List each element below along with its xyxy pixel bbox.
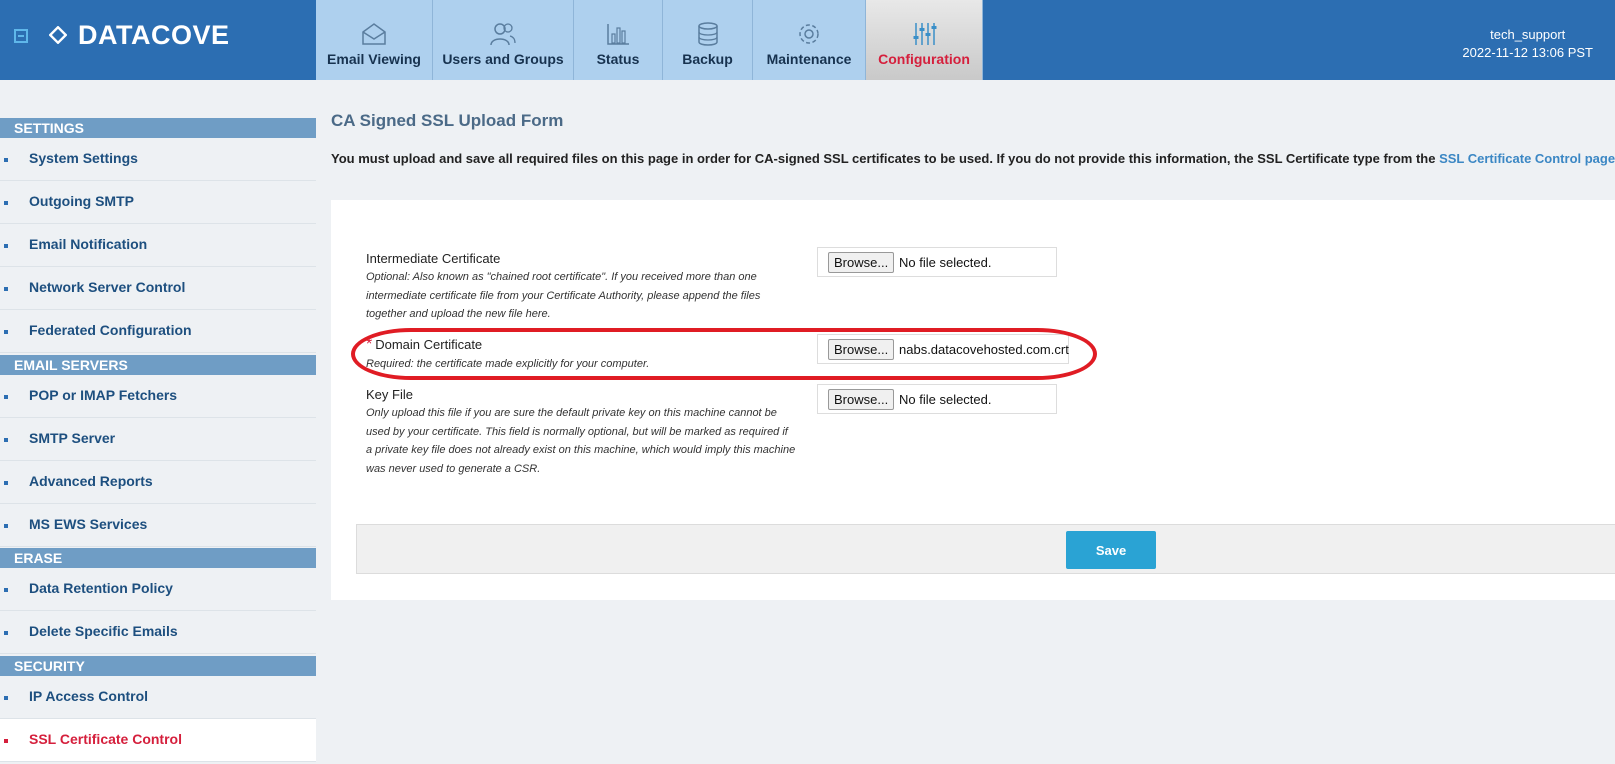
sliders-icon xyxy=(913,23,937,45)
tab-backup[interactable]: Backup xyxy=(663,0,753,80)
page-title: CA Signed SSL Upload Form xyxy=(331,111,564,130)
tab-label: Backup xyxy=(682,51,733,67)
brand: DATACOVE xyxy=(0,0,316,80)
description-text: You must upload and save all required fi… xyxy=(331,151,1440,166)
sidebar-item-delete-specific-emails[interactable]: Delete Specific Emails xyxy=(0,611,316,654)
tab-label: Configuration xyxy=(878,51,970,67)
tab-label: Status xyxy=(596,51,640,67)
sidebar-item-network-server-control[interactable]: Network Server Control xyxy=(0,267,316,310)
intermediate-certificate-help: Optional: Also known as "chained root ce… xyxy=(366,271,761,320)
sidebar-item-label: Delete Specific Emails xyxy=(29,623,178,639)
tab-configuration[interactable]: Configuration xyxy=(866,0,983,80)
sidebar-item-email-notification[interactable]: Email Notification xyxy=(0,224,316,267)
sidebar-item-ssl-certificate-control[interactable]: SSL Certificate Control xyxy=(0,719,316,762)
brand-name[interactable]: DATACOVE xyxy=(78,20,230,51)
key-file-help: Only upload this file if you are sure th… xyxy=(366,407,796,475)
bullet-icon xyxy=(4,330,8,334)
bar-chart-icon xyxy=(607,24,629,45)
field-label-text: Domain Certificate xyxy=(375,337,483,352)
browse-button[interactable]: Browse... xyxy=(828,339,895,360)
sidebar-item-smtp-server[interactable]: SMTP Server xyxy=(0,418,316,461)
selected-file-name: No file selected. xyxy=(899,392,992,407)
browse-button[interactable]: Browse... xyxy=(828,389,895,410)
sidebar-section-erase: ERASE xyxy=(0,548,316,568)
selected-file-name: nabs.datacovehosted.com.crt xyxy=(899,342,1069,357)
diamond-logo-icon xyxy=(49,26,67,44)
sidebar-item-label: Network Server Control xyxy=(29,279,186,295)
main-nav: Email Viewing Users and Groups Status Ba… xyxy=(316,0,983,80)
bullet-icon xyxy=(4,244,8,248)
username[interactable]: tech_support xyxy=(1462,26,1593,44)
page-description: You must upload and save all required fi… xyxy=(331,151,1615,166)
bullet-icon xyxy=(4,481,8,485)
sidebar-item-pop-imap-fetchers[interactable]: POP or IMAP Fetchers xyxy=(0,375,316,418)
menu-toggle-icon[interactable] xyxy=(14,29,28,43)
sidebar-item-label: POP or IMAP Fetchers xyxy=(29,387,178,403)
domain-certificate-label: * Domain Certificate xyxy=(366,336,482,354)
upload-form-panel: Intermediate Certificate Optional: Also … xyxy=(331,200,1615,600)
sidebar-item-ip-access-control[interactable]: IP Access Control xyxy=(0,676,316,719)
save-button[interactable]: Save xyxy=(1066,531,1156,569)
database-icon xyxy=(697,22,718,46)
sidebar-item-label: IP Access Control xyxy=(29,688,149,704)
datetime: 2022-11-12 13:06 PST xyxy=(1462,45,1593,60)
sidebar-item-label: Advanced Reports xyxy=(29,473,153,489)
selected-file-name: No file selected. xyxy=(899,255,992,270)
sidebar-item-label: SMTP Server xyxy=(29,430,116,446)
envelope-icon xyxy=(362,23,386,45)
sidebar-item-federated-configuration[interactable]: Federated Configuration xyxy=(0,310,316,353)
tab-label: Maintenance xyxy=(766,51,852,67)
tab-maintenance[interactable]: Maintenance xyxy=(753,0,866,80)
ssl-certificate-control-link[interactable]: SSL Certificate Control page xyxy=(1439,151,1615,166)
domain-certificate-file-input[interactable]: Browse... nabs.datacovehosted.com.crt xyxy=(817,334,1069,364)
key-file-file-input[interactable]: Browse... No file selected. xyxy=(817,384,1057,414)
bullet-icon xyxy=(4,631,8,635)
sidebar-item-advanced-reports[interactable]: Advanced Reports xyxy=(0,461,316,504)
sidebar-item-data-retention-policy[interactable]: Data Retention Policy xyxy=(0,568,316,611)
user-info: tech_support 2022-11-12 13:06 PST xyxy=(1462,26,1593,62)
tab-label: Users and Groups xyxy=(442,51,564,67)
bullet-icon xyxy=(4,524,8,528)
gear-icon xyxy=(799,24,819,44)
bullet-icon xyxy=(4,158,8,162)
sidebar-item-system-settings[interactable]: System Settings xyxy=(0,138,316,181)
form-actions-bar: Save xyxy=(356,524,1615,574)
top-header: DATACOVE Email Viewing Users and Groups xyxy=(0,0,1615,80)
sidebar-item-label: MS EWS Services xyxy=(29,516,148,532)
sidebar-item-outgoing-smtp[interactable]: Outgoing SMTP xyxy=(0,181,316,224)
sidebar-item-ms-ews-services[interactable]: MS EWS Services xyxy=(0,504,316,547)
users-icon xyxy=(490,23,516,46)
bullet-icon xyxy=(4,395,8,399)
sidebar-section-security: SECURITY xyxy=(0,656,316,676)
required-marker: * xyxy=(366,336,373,353)
intermediate-certificate-label: Intermediate Certificate xyxy=(366,251,501,266)
intermediate-certificate-file-input[interactable]: Browse... No file selected. xyxy=(817,247,1057,277)
sidebar-section-email-servers: EMAIL SERVERS xyxy=(0,355,316,375)
bullet-icon xyxy=(4,739,8,743)
sidebar-item-label: Email Notification xyxy=(29,236,148,252)
bullet-icon xyxy=(4,696,8,700)
sidebar-item-label: SSL Certificate Control xyxy=(29,731,182,747)
tab-status[interactable]: Status xyxy=(574,0,663,80)
domain-certificate-help: Required: the certificate made explicitl… xyxy=(366,358,650,370)
sidebar-item-label: System Settings xyxy=(29,150,138,166)
bullet-icon xyxy=(4,287,8,291)
sidebar-item-label: Federated Configuration xyxy=(29,322,192,338)
tab-email-viewing[interactable]: Email Viewing xyxy=(316,0,433,80)
tab-users-and-groups[interactable]: Users and Groups xyxy=(433,0,574,80)
tab-label: Email Viewing xyxy=(327,51,421,67)
sidebar: SETTINGS System Settings Outgoing SMTP E… xyxy=(0,80,316,764)
bullet-icon xyxy=(4,438,8,442)
sidebar-item-label: Data Retention Policy xyxy=(29,580,173,596)
sidebar-section-settings: SETTINGS xyxy=(0,118,316,138)
bullet-icon xyxy=(4,201,8,205)
key-file-label: Key File xyxy=(366,387,413,402)
sidebar-item-label: Outgoing SMTP xyxy=(29,193,134,209)
bullet-icon xyxy=(4,588,8,592)
browse-button[interactable]: Browse... xyxy=(828,252,895,273)
